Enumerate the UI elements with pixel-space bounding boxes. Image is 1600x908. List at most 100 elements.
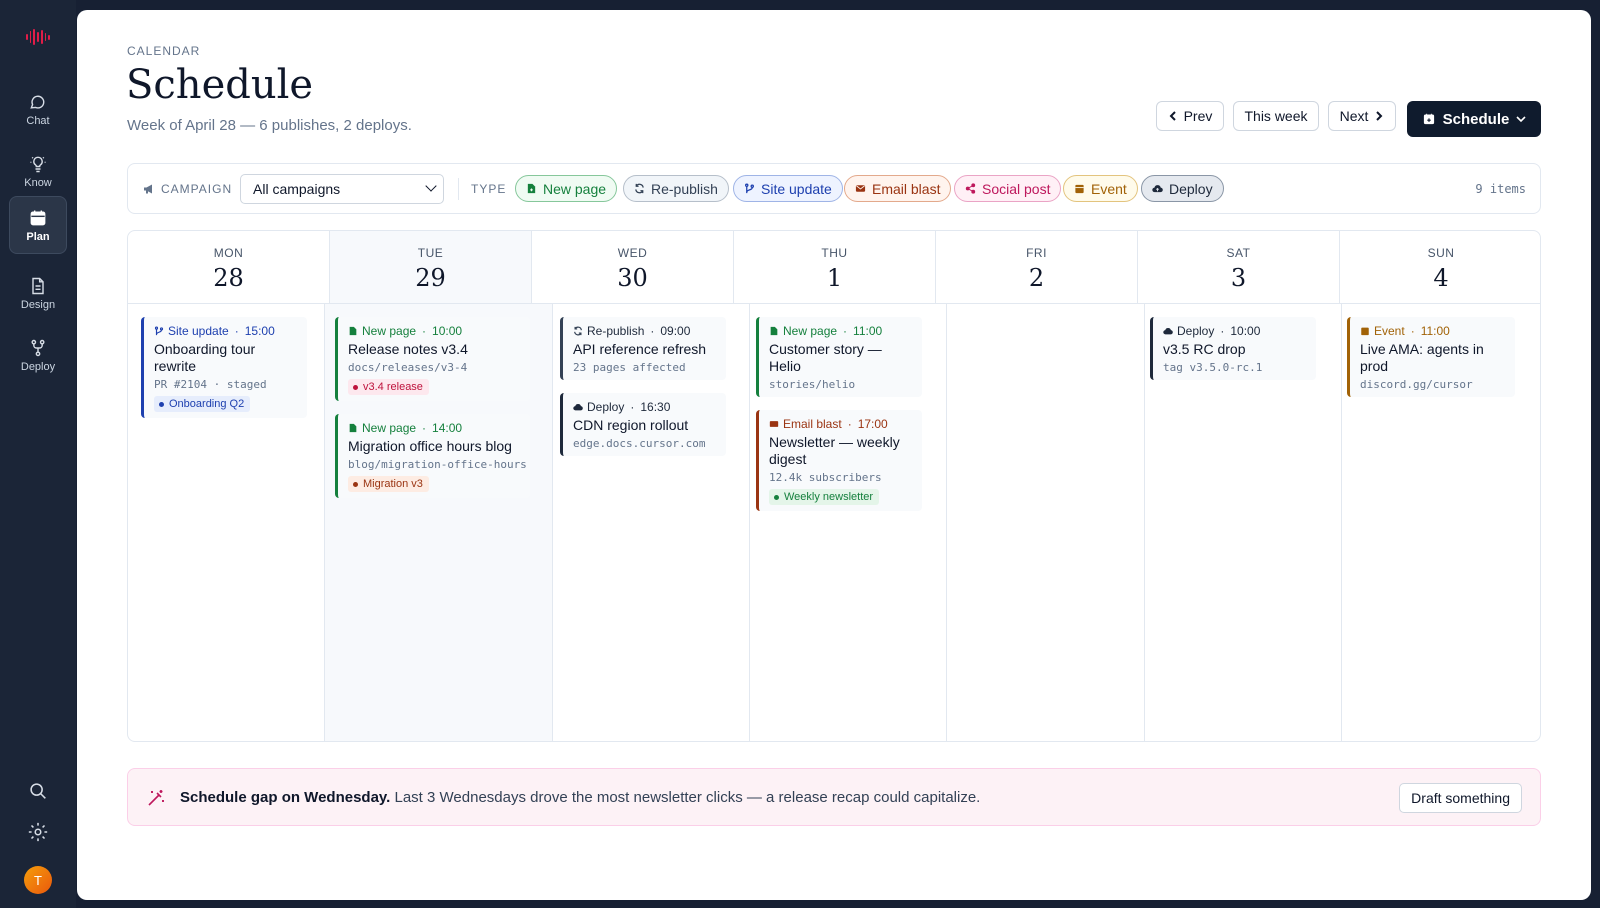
event-title: API reference refresh	[573, 341, 707, 357]
campaign-tag[interactable]: v3.4 release	[348, 379, 429, 395]
campaign-tag[interactable]: Onboarding Q2	[154, 396, 251, 412]
day-header-sun[interactable]: SUN 4	[1340, 231, 1540, 303]
file-plus-icon	[770, 326, 778, 336]
sidebar-item-know[interactable]: Know	[9, 142, 67, 200]
next-week-button[interactable]: Next	[1328, 101, 1396, 131]
type-pill-event[interactable]: Event	[1063, 175, 1138, 202]
this-week-button[interactable]: This week	[1233, 101, 1319, 131]
mail-icon	[855, 185, 866, 192]
insight-text: Last 3 Wednesdays drove the most newslet…	[394, 789, 981, 806]
event-time: 10:00	[432, 324, 463, 338]
event-time: 16:30	[640, 400, 671, 414]
event-detail: stories/helio	[769, 378, 856, 391]
event-type: Re-publish	[587, 324, 645, 338]
event-detail: discord.gg/cursor	[1360, 378, 1473, 391]
megaphone-icon	[144, 184, 152, 194]
type-pill-republish[interactable]: Re-publish	[623, 175, 729, 202]
chevron-right-icon	[1376, 111, 1383, 121]
search-icon[interactable]	[27, 780, 49, 802]
day-header-fri[interactable]: FRI 2	[936, 231, 1138, 303]
event-detail: edge.docs.cursor.com	[573, 437, 706, 450]
chevron-down-icon	[425, 180, 437, 192]
type-pill-new-page[interactable]: New page	[515, 175, 618, 202]
branch-icon	[154, 326, 164, 336]
cloud-upload-icon	[1152, 185, 1163, 193]
campaign-filter-label: CAMPAIGN	[143, 182, 232, 196]
sidebar-item-chat[interactable]: Chat	[9, 80, 67, 138]
day-header-tue[interactable]: TUE 29	[330, 231, 532, 303]
event-type: Site update	[168, 324, 229, 338]
event-card[interactable]: New page · 11:00 Customer story — Helio st…	[756, 317, 922, 397]
event-card[interactable]: New page · 14:00 Migration office hours bl…	[335, 414, 530, 498]
event-title: Customer story — Helio	[769, 341, 882, 374]
gear-icon[interactable]	[27, 821, 49, 843]
event-time: 11:00	[853, 324, 883, 338]
campaign-tag[interactable]: Weekly newsletter	[769, 489, 880, 505]
item-count: 9 items	[1475, 182, 1526, 196]
event-card[interactable]: Event · 11:00 Live AMA: agents in prod dis…	[1347, 317, 1515, 397]
event-time: 10:00	[1230, 324, 1261, 338]
sidebar-item-deploy[interactable]: Deploy	[9, 326, 67, 384]
file-plus-icon	[527, 183, 536, 194]
draft-something-button[interactable]: Draft something	[1399, 783, 1522, 813]
event-title: Release notes v3.4	[348, 341, 468, 357]
calendar-icon	[30, 210, 46, 225]
event-title: Newsletter — weekly digest	[769, 434, 900, 467]
file-plus-icon	[349, 423, 357, 433]
event-type: Deploy	[1177, 324, 1215, 338]
day-column-fri[interactable]	[947, 304, 1145, 741]
insight-headline: Schedule gap on Wednesday.	[180, 789, 391, 806]
type-pill-email-blast[interactable]: Email blast	[844, 175, 952, 202]
event-title: Onboarding tour rewrite	[154, 341, 256, 374]
day-header-wed[interactable]: WED 30	[532, 231, 734, 303]
event-time: 09:00	[660, 324, 691, 338]
breadcrumb: CALENDAR	[127, 44, 201, 58]
event-title: v3.5 RC drop	[1163, 341, 1246, 357]
sidebar-item-design[interactable]: Design	[9, 264, 67, 322]
event-card[interactable]: Re-publish · 09:00 API reference refresh 2…	[560, 317, 726, 380]
event-detail: docs/releases/v3-4	[348, 361, 468, 374]
campaign-select[interactable]: All campaigns	[240, 174, 444, 204]
event-detail: PR #2104 · staged	[154, 378, 267, 391]
calendar-icon	[1361, 327, 1369, 336]
event-title: Migration office hours blog	[348, 438, 512, 454]
schedule-button[interactable]: Schedule	[1407, 101, 1541, 137]
app-logo-icon[interactable]	[26, 28, 51, 46]
event-detail: 23 pages affected	[573, 361, 686, 374]
event-card[interactable]: New page · 10:00 Release notes v3.4 docs/r…	[335, 317, 530, 401]
day-header-thu[interactable]: THU 1	[734, 231, 936, 303]
document-icon	[32, 277, 44, 294]
chevron-down-icon	[1516, 116, 1526, 123]
campaign-tag[interactable]: Migration v3	[348, 476, 429, 492]
day-header-mon[interactable]: MON 28	[128, 231, 330, 303]
event-detail: tag v3.5.0-rc.1	[1163, 361, 1263, 374]
event-type: Email blast	[783, 417, 842, 431]
prev-week-button[interactable]: Prev	[1156, 101, 1224, 131]
sidebar-item-label: Chat	[26, 114, 50, 127]
type-pill-social-post[interactable]: Social post	[954, 175, 1062, 202]
avatar[interactable]: T	[24, 866, 52, 894]
schedule-gap-insight: Schedule gap on Wednesday. Last 3 Wednes…	[127, 768, 1541, 826]
calendar-plus-icon	[1423, 113, 1434, 125]
event-type: New page	[783, 324, 838, 338]
type-pill-deploy[interactable]: Deploy	[1141, 175, 1224, 202]
file-plus-icon	[349, 326, 357, 336]
sidebar-item-label: Know	[24, 176, 52, 189]
day-header-sat[interactable]: SAT 3	[1138, 231, 1340, 303]
filter-bar: CAMPAIGN All campaigns TYPE New page Re-…	[127, 163, 1541, 214]
event-card[interactable]: Site update · 15:00 Onboarding tour rewrit…	[141, 317, 307, 418]
event-time: 11:00	[1420, 324, 1450, 338]
event-title: Live AMA: agents in prod	[1360, 341, 1484, 374]
event-card[interactable]: Deploy · 10:00 v3.5 RC drop tag v3.5.0-rc.…	[1150, 317, 1316, 380]
share-icon	[965, 183, 976, 194]
refresh-icon	[635, 183, 644, 194]
type-pill-site-update[interactable]: Site update	[733, 175, 843, 202]
cloud-upload-icon	[1163, 327, 1173, 335]
refresh-icon	[574, 326, 582, 336]
magic-wand-icon	[148, 790, 164, 806]
type-filter-label: TYPE	[471, 182, 507, 196]
event-card[interactable]: Deploy · 16:30 CDN region rollout edge.doc…	[560, 393, 726, 456]
sidebar-item-plan[interactable]: Plan	[9, 196, 67, 254]
sidebar: Chat Know Plan Design Deploy T	[0, 0, 76, 908]
event-card[interactable]: Email blast · 17:00 Newsletter — weekly di…	[756, 410, 922, 511]
